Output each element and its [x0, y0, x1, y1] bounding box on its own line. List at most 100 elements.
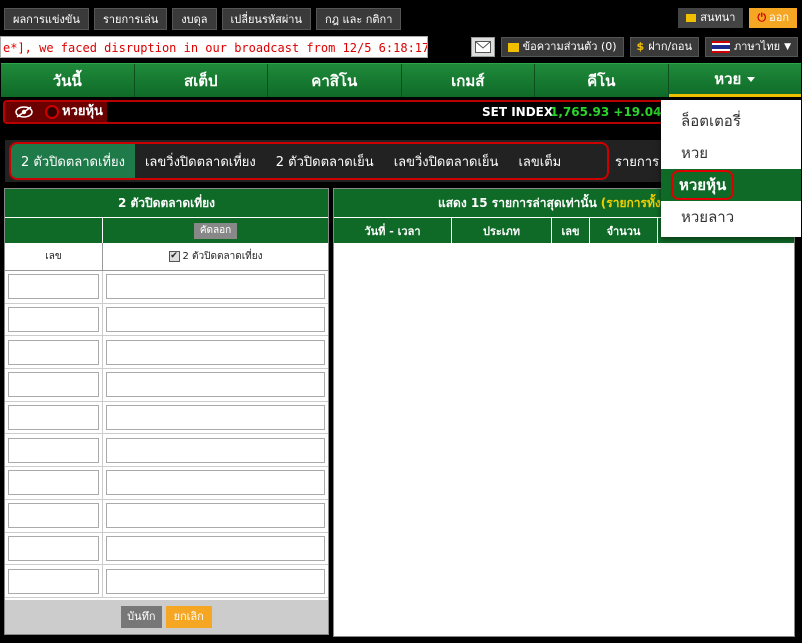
number-input[interactable] [8, 437, 99, 463]
bet-row [5, 434, 328, 468]
logout-label: ออก [769, 11, 789, 24]
tab-full-number[interactable]: เลขเต็ม [508, 144, 571, 178]
col-type: ประเภท [452, 218, 552, 243]
message-icon [507, 42, 519, 52]
dropdown-item-lao-lottery[interactable]: หวยลาว [661, 201, 801, 233]
messages-label: ข้อความส่วนตัว (0) [522, 40, 617, 53]
tab-running-evening[interactable]: เลขวิ่งปิดตลาดเย็น [384, 144, 509, 178]
bet-form: 2 ตัวปิดตลาดเที่ยง คัดลอก เลข ✔ 2 ตัวปิด… [4, 188, 329, 635]
form-header: คัดลอก [5, 217, 328, 243]
amount-input[interactable] [106, 274, 325, 300]
bets-list-button[interactable]: รายการเล่น [93, 8, 168, 30]
amount-input[interactable] [106, 535, 325, 561]
bet-row [5, 565, 328, 598]
refresh-icon [45, 105, 59, 119]
number-input[interactable] [8, 405, 99, 431]
amount-input[interactable] [106, 405, 325, 431]
nav-lottery[interactable]: หวย [668, 64, 801, 97]
logout-button[interactable]: ⏻ ออก [749, 8, 797, 28]
tab-running-noon[interactable]: เลขวิ่งปิดตลาดเที่ยง [135, 144, 266, 178]
number-input[interactable] [8, 274, 99, 300]
number-input[interactable] [8, 307, 99, 333]
statement-button[interactable]: งบดุล [172, 8, 217, 30]
results-button[interactable]: ผลการแข่งขัน [4, 8, 89, 30]
power-icon: ⏻ [757, 11, 767, 24]
nav-casino[interactable]: คาสิโน [268, 64, 402, 97]
dropdown-item-stock-lottery[interactable]: หวยหุ้น [661, 169, 801, 201]
form-subheader: เลข ✔ 2 ตัวปิดตลาดเที่ยง [5, 243, 328, 271]
bet-row [5, 303, 328, 337]
eye-slash-icon[interactable] [5, 102, 43, 122]
number-column-label: เลข [5, 243, 103, 270]
amount-input[interactable] [106, 339, 325, 365]
user-bar: ข้อความส่วนตัว (0) $ ฝาก/ถอน ภาษาไทย ▼ [470, 37, 798, 57]
rules-button[interactable]: กฎ และ กติกา [315, 8, 402, 30]
change-password-button[interactable]: เปลี่ยนรหัสผ่าน [221, 8, 311, 30]
amount-input[interactable] [106, 372, 325, 398]
col-number: เลข [552, 218, 590, 243]
number-input[interactable] [8, 535, 99, 561]
cancel-button[interactable]: ยกเลิก [165, 606, 212, 628]
bet-row [5, 336, 328, 370]
history-title-text: แสดง 15 รายการล่าสุดเท่านั้น [438, 195, 597, 210]
tab-list[interactable]: รายการ [615, 142, 659, 180]
tab-2digit-noon[interactable]: 2 ตัวปิดตลาดเที่ยง [11, 144, 135, 178]
number-input[interactable] [8, 339, 99, 365]
type-checkbox[interactable]: ✔ [168, 251, 180, 262]
chat-button[interactable]: สนทนา [678, 8, 744, 28]
type-checkbox-label: 2 ตัวปิดตลาดเที่ยง [182, 251, 263, 262]
lottery-dropdown-menu: ล็อตเตอรี่ หวย หวยหุ้น หวยลาว [661, 100, 801, 237]
announcement-marquee: e*], we faced disruption in our broadcas… [0, 36, 428, 58]
mail-button[interactable] [470, 37, 495, 57]
deposit-withdraw-button[interactable]: $ ฝาก/ถอน [629, 37, 699, 57]
nav-keno[interactable]: คีโน [535, 64, 669, 97]
top-actions: สนทนา ⏻ ออก [678, 8, 797, 28]
form-header-actions: คัดลอก [103, 218, 328, 243]
dropdown-item-stock-lottery-label: หวยหุ้น [671, 170, 735, 200]
col-datetime: วันที่ - เวลา [334, 218, 452, 243]
nav-today[interactable]: วันนี้ [1, 64, 135, 97]
type-checkbox-cell: ✔ 2 ตัวปิดตลาดเที่ยง [103, 243, 328, 270]
number-input[interactable] [8, 568, 99, 594]
form-header-spacer [5, 218, 103, 243]
language-select[interactable]: ภาษาไทย ▼ [704, 37, 798, 57]
lottery-subtabs-bar: 2 ตัวปิดตลาดเที่ยง เลขวิ่งปิดตลาดเที่ยง … [5, 140, 677, 182]
language-label: ภาษาไทย [733, 40, 781, 53]
amount-input[interactable] [106, 437, 325, 463]
save-button[interactable]: บันทึก [121, 606, 162, 628]
ticker-label: หวยหุ้น [62, 104, 103, 119]
number-input[interactable] [8, 470, 99, 496]
envelope-icon [474, 41, 491, 53]
tab-2digit-evening[interactable]: 2 ตัวปิดตลาดเย็น [266, 144, 384, 178]
lottery-subtabs: 2 ตัวปิดตลาดเที่ยง เลขวิ่งปิดตลาดเที่ยง … [9, 142, 609, 180]
copy-button[interactable]: คัดลอก [193, 222, 238, 239]
history-all-link[interactable]: (รายการทั้ง [601, 194, 661, 213]
set-index-label: SET INDEX [482, 105, 554, 119]
form-footer: บันทึก ยกเลิก [5, 600, 328, 634]
bet-row [5, 369, 328, 402]
bet-row [5, 467, 328, 500]
top-menu: ผลการแข่งขัน รายการเล่น งบดุล เปลี่ยนรหั… [4, 8, 402, 30]
dropdown-item-huay[interactable]: หวย [661, 137, 801, 169]
set-index-value: 1,765.93 +19.04 [550, 105, 662, 119]
dollar-icon: $ [636, 40, 645, 53]
deposit-label: ฝาก/ถอน [648, 40, 692, 53]
nav-step[interactable]: สเต็ป [135, 64, 268, 97]
amount-input[interactable] [106, 503, 325, 529]
caret-down-icon [747, 76, 756, 82]
bet-row [5, 401, 328, 435]
private-messages-button[interactable]: ข้อความส่วนตัว (0) [500, 37, 624, 57]
bet-row [5, 271, 328, 304]
number-input[interactable] [8, 372, 99, 398]
amount-input[interactable] [106, 470, 325, 496]
chevron-down-icon: ▼ [784, 42, 791, 52]
history-panel: แสดง 15 รายการล่าสุดเท่านั้น (รายการทั้ง… [333, 188, 795, 637]
bet-row [5, 532, 328, 566]
amount-input[interactable] [106, 568, 325, 594]
nav-games[interactable]: เกมส์ [402, 64, 535, 97]
dropdown-item-lottery[interactable]: ล็อตเตอรี่ [661, 105, 801, 137]
app-root: ผลการแข่งขัน รายการเล่น งบดุล เปลี่ยนรหั… [0, 0, 802, 643]
nav-lottery-label: หวย [714, 70, 742, 88]
number-input[interactable] [8, 503, 99, 529]
amount-input[interactable] [106, 307, 325, 333]
